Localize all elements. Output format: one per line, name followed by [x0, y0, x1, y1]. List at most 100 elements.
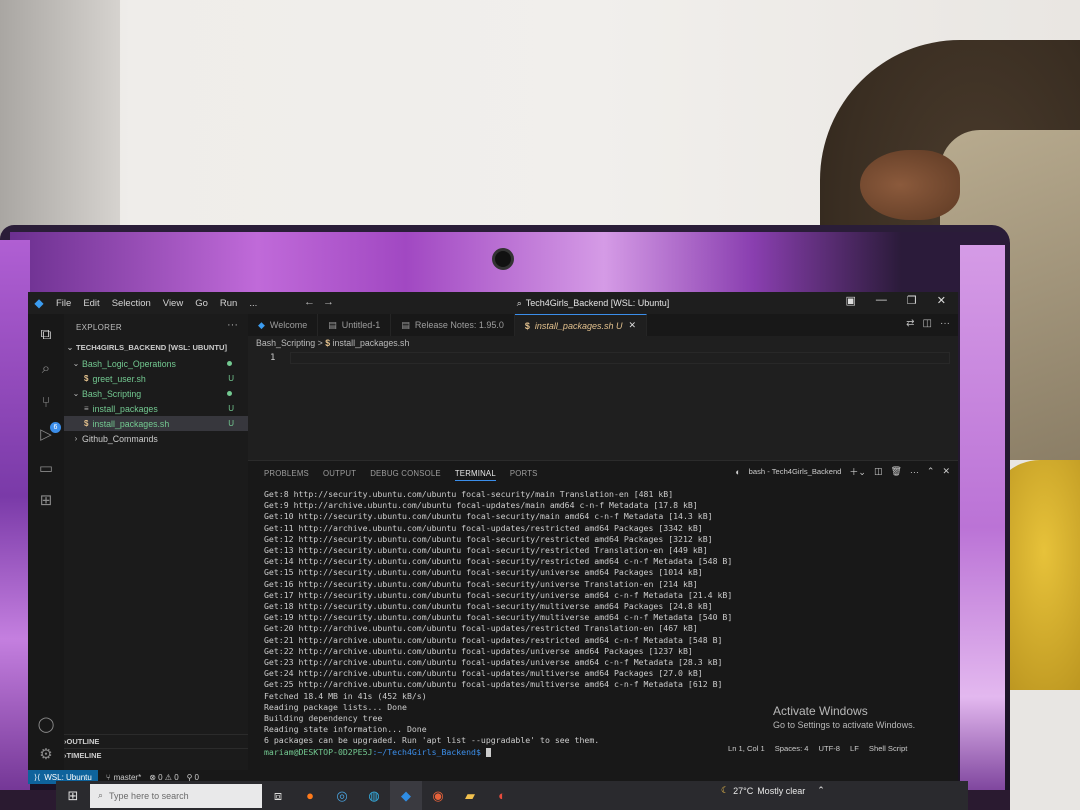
tab-label: Untitled-1 — [341, 320, 381, 330]
webcam — [492, 248, 514, 270]
tree-file-install-packages[interactable]: ≡ install_packages U — [64, 401, 248, 416]
tree-file-greet-user[interactable]: $ greet_user.sh U — [64, 371, 248, 386]
tray-chevron-icon[interactable]: ⌃ — [817, 785, 825, 796]
close-icon[interactable]: ✕ — [937, 294, 946, 307]
weather-desc: Mostly clear — [757, 785, 806, 796]
tab-debug-console[interactable]: DEBUG CONSOLE — [370, 469, 441, 481]
menu-view[interactable]: View — [157, 298, 189, 309]
tree-folder-bash-logic[interactable]: ⌄ Bash_Logic_Operations — [64, 356, 248, 371]
terminal-name[interactable]: bash - Tech4Girls_Backend — [749, 467, 842, 476]
prompt-path: :~/Tech4Girls_Backend$ — [372, 746, 481, 757]
tree-folder-bash-scripting[interactable]: ⌄ Bash_Scripting — [64, 386, 248, 401]
weather-widget[interactable]: ☾ 27°C Mostly clear ⌃ — [721, 785, 825, 796]
tab-label: Release Notes: 1.95.0 — [414, 320, 504, 330]
tab-output[interactable]: OUTPUT — [323, 469, 356, 481]
source-control-icon[interactable]: ⑂ — [34, 390, 58, 414]
more-actions-icon[interactable]: ··· — [227, 319, 238, 331]
file-icon: ▤ — [401, 319, 410, 330]
menu-edit[interactable]: Edit — [77, 298, 105, 309]
line-ending[interactable]: LF — [850, 744, 859, 753]
terminal-line: Get:12 http://security.ubuntu.com/ubuntu… — [264, 533, 713, 544]
outline-section[interactable]: › OUTLINE — [64, 734, 248, 748]
tab-ports[interactable]: PORTS — [510, 469, 538, 481]
back-arrow-icon[interactable]: ← — [304, 296, 323, 308]
split-editor-icon[interactable]: ◫ — [923, 318, 932, 329]
tree-file-install-packages-sh[interactable]: $ install_packages.sh U — [64, 416, 248, 431]
account-icon[interactable]: ◯ — [34, 712, 58, 736]
tab-release-notes[interactable]: ▤ Release Notes: 1.95.0 — [391, 314, 515, 336]
terminal-line: Get:25 http://archive.ubuntu.com/ubuntu … — [264, 679, 723, 690]
menu-go[interactable]: Go — [189, 298, 214, 309]
workspace-root-label: TECH4GIRLS_BACKEND [WSL: UBUNTU] — [76, 343, 228, 352]
layout-icon[interactable]: ▣ — [846, 294, 856, 307]
tab-install-packages-sh[interactable]: $ install_packages.sh U ✕ — [514, 314, 648, 336]
breadcrumb-file[interactable]: install_packages.sh — [333, 338, 410, 348]
explorer-icon[interactable]: ⧉ — [34, 322, 58, 346]
task-view-icon[interactable]: ⧈ — [262, 781, 294, 810]
search-app-icon[interactable]: ◎ — [326, 781, 358, 810]
menu-run[interactable]: Run — [214, 298, 243, 309]
windows-taskbar: ⊞ ⌕ Type here to search ⧈ ● ◎ ◍ ◆ ◉ ▰ ◐ … — [56, 781, 968, 810]
extensions-icon[interactable]: ⊞ — [34, 488, 58, 512]
editor-tabs: ◆ Welcome ▤ Untitled-1 ▤ Release Notes: … — [248, 314, 958, 336]
vscode-window: ◆ File Edit Selection View Go Run ... ←→… — [28, 292, 958, 784]
encoding[interactable]: UTF-8 — [819, 744, 841, 753]
timeline-section[interactable]: › TIMELINE — [64, 748, 248, 762]
more-actions-icon[interactable]: ··· — [910, 467, 919, 477]
taskbar-search[interactable]: ⌕ Type here to search — [90, 783, 262, 808]
more-actions-icon[interactable]: ··· — [940, 318, 950, 329]
indentation[interactable]: Spaces: 4 — [775, 744, 809, 753]
breadcrumb-folder[interactable]: Bash_Scripting — [256, 338, 315, 348]
git-status-dot — [227, 361, 232, 366]
new-terminal-icon[interactable]: ＋⌄ — [849, 465, 866, 478]
split-terminal-icon[interactable]: ◫ — [874, 466, 883, 477]
language-mode[interactable]: Shell Script — [869, 744, 907, 753]
firefox-icon[interactable]: ● — [294, 781, 326, 810]
terminal-line: Fetched 18.4 MB in 41s (452 kB/s) — [264, 690, 427, 701]
menu-file[interactable]: File — [50, 298, 77, 309]
tab-untitled[interactable]: ▤ Untitled-1 — [318, 314, 392, 336]
workspace-root[interactable]: ⌄ TECH4GIRLS_BACKEND [WSL: UBUNTU] — [64, 340, 248, 355]
chrome-icon[interactable]: ◐ — [486, 781, 518, 810]
nav-arrows[interactable]: ←→ — [304, 296, 342, 308]
edge-icon[interactable]: ◍ — [358, 781, 390, 810]
run-debug-icon[interactable]: ▷ — [34, 422, 58, 446]
search-icon[interactable]: ⌕ — [34, 356, 58, 380]
shell-file-icon: $ — [84, 374, 89, 383]
minimize-icon[interactable]: — — [876, 294, 887, 307]
maximize-panel-icon[interactable]: ⌃ — [927, 466, 935, 477]
menu-more[interactable]: ... — [243, 298, 263, 309]
editor-current-line[interactable] — [290, 352, 950, 364]
dollar-icon: $ — [325, 338, 331, 348]
terminal-line: Get:17 http://security.ubuntu.com/ubuntu… — [264, 589, 733, 600]
panel-actions: ◐ bash - Tech4Girls_Backend ＋⌄ ◫ 🗑 ··· ⌃… — [735, 465, 950, 478]
tab-welcome[interactable]: ◆ Welcome — [248, 314, 319, 336]
foot — [860, 150, 960, 220]
trash-icon[interactable]: 🗑 — [890, 466, 901, 477]
terminal-line: Get:18 http://security.ubuntu.com/ubuntu… — [264, 601, 713, 612]
cursor-position[interactable]: Ln 1, Col 1 — [728, 744, 765, 753]
tab-problems[interactable]: PROBLEMS — [264, 469, 309, 481]
ubuntu-icon[interactable]: ◉ — [422, 781, 454, 810]
activity-bar: ⧉ ⌕ ⑂ 6 ▷ ▭ ⊞ ◯ ⚙ — [28, 314, 64, 772]
windows-start-icon[interactable]: ⊞ — [56, 781, 90, 810]
terminal-line: Get:24 http://archive.ubuntu.com/ubuntu … — [264, 668, 703, 679]
settings-gear-icon[interactable]: ⚙ — [34, 742, 58, 766]
file-explorer-icon[interactable]: ▰ — [454, 781, 486, 810]
tree-folder-github-commands[interactable]: › Github_Commands — [64, 431, 248, 446]
close-panel-icon[interactable]: ✕ — [942, 466, 950, 477]
search-placeholder: Type here to search — [109, 790, 189, 801]
compare-icon[interactable]: ⇄ — [906, 318, 914, 329]
menu-selection[interactable]: Selection — [106, 298, 157, 309]
vscode-taskbar-icon[interactable]: ◆ — [390, 781, 422, 810]
git-status-untracked: U — [228, 404, 234, 413]
terminal-line: Get:23 http://archive.ubuntu.com/ubuntu … — [264, 657, 723, 668]
forward-arrow-icon[interactable]: → — [323, 296, 342, 308]
tab-terminal[interactable]: TERMINAL — [454, 469, 496, 481]
explorer-sidebar: EXPLORER ··· ⌄ TECH4GIRLS_BACKEND [WSL: … — [64, 314, 248, 772]
maximize-icon[interactable]: ❐ — [907, 294, 917, 307]
close-tab-icon[interactable]: ✕ — [628, 320, 636, 331]
remote-explorer-icon[interactable]: ▭ — [34, 456, 58, 480]
panel-tabs: PROBLEMS OUTPUT DEBUG CONSOLE TERMINAL P… — [264, 469, 538, 481]
command-center[interactable]: ⌕ Tech4Girls_Backend [WSL: Ubuntu] — [448, 295, 738, 311]
